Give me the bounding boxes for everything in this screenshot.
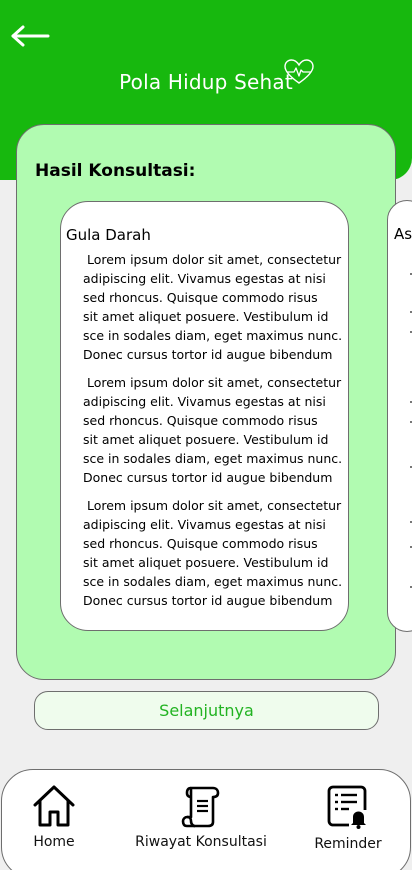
nav-item-reminder[interactable]: Reminder xyxy=(310,784,386,852)
scroll-icon xyxy=(181,786,220,828)
card-heading: Hasil Konsultasi: xyxy=(35,161,196,181)
arrow-left-icon xyxy=(11,25,50,47)
back-button[interactable] xyxy=(10,20,52,52)
result-paragraph: Lorem ipsum dolor sit amet, consectetur … xyxy=(83,498,343,608)
result-title: Gula Darah xyxy=(66,226,151,244)
nav-item-home[interactable]: Home xyxy=(22,784,86,850)
home-icon xyxy=(33,785,75,827)
nav-label-riwayat-konsultasi: Riwayat Konsultasi xyxy=(135,834,267,850)
result-paragraph: Lorem ipsum dolor sit amet, consectetur … xyxy=(83,375,343,485)
nav-label-reminder: Reminder xyxy=(314,836,382,852)
consultation-result-card: Hasil Konsultasi: Gula Darah Lorem ipsum… xyxy=(16,124,396,680)
nav-label-home: Home xyxy=(33,834,75,850)
result-item-next-peek[interactable]: Asa xyxy=(387,200,412,632)
result-paragraph: Lorem ipsum dolor sit amet, consectetur … xyxy=(83,252,343,362)
result-title: Asa xyxy=(394,225,412,243)
nav-item-riwayat-konsultasi[interactable]: Riwayat Konsultasi xyxy=(132,784,270,850)
checklist-bell-icon xyxy=(327,785,369,830)
next-button[interactable]: Selanjutnya xyxy=(34,691,379,730)
bottom-nav: Home Riwayat Konsultasi Reminder xyxy=(1,769,411,870)
heart-pulse-icon xyxy=(284,59,314,84)
page-title: Pola Hidup Sehat xyxy=(119,70,293,94)
result-item-gula-darah[interactable]: Gula Darah Lorem ipsum dolor sit amet, c… xyxy=(60,201,349,631)
